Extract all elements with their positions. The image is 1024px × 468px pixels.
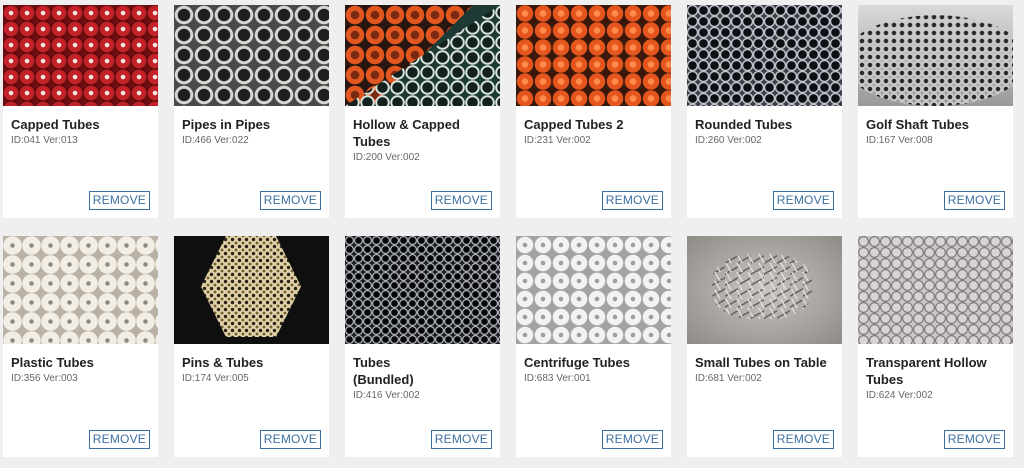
item-meta: ID:356 Ver:003 xyxy=(11,373,78,384)
item-card[interactable]: Transparent Hollow Tubes ID:624 Ver:002 … xyxy=(858,236,1013,457)
remove-button[interactable]: REMOVE xyxy=(601,430,663,449)
item-title: Centrifuge Tubes ID:683 Ver:001 xyxy=(524,354,664,385)
remove-button[interactable]: REMOVE xyxy=(772,430,834,449)
remove-button[interactable]: REMOVE xyxy=(259,430,321,449)
remove-button[interactable]: REMOVE xyxy=(88,191,150,210)
item-meta: ID:231 Ver:002 xyxy=(524,135,591,146)
item-meta: ID:466 Ver:022 xyxy=(182,135,249,146)
item-thumbnail[interactable] xyxy=(858,236,1013,344)
remove-button[interactable]: REMOVE xyxy=(430,191,492,210)
remove-button[interactable]: REMOVE xyxy=(601,191,663,210)
item-card[interactable]: Plastic Tubes ID:356 Ver:003 REMOVE xyxy=(3,236,158,457)
item-thumbnail[interactable] xyxy=(516,236,671,344)
item-meta: ID:200 Ver:002 xyxy=(353,152,420,163)
item-card[interactable]: Centrifuge Tubes ID:683 Ver:001 REMOVE xyxy=(516,236,671,457)
remove-button[interactable]: REMOVE xyxy=(259,191,321,210)
item-thumbnail[interactable] xyxy=(345,236,500,344)
item-thumbnail[interactable] xyxy=(3,5,158,106)
item-meta: ID:416 Ver:002 xyxy=(353,390,420,401)
item-grid: Capped Tubes ID:041 Ver:013 REMOVE Pipes… xyxy=(0,0,1024,468)
item-title: Hollow & Capped Tubes ID:200 Ver:002 xyxy=(353,116,468,164)
item-card[interactable]: Capped Tubes 2 ID:231 Ver:002 REMOVE xyxy=(516,5,671,218)
item-card[interactable]: Hollow & Capped Tubes ID:200 Ver:002 REM… xyxy=(345,5,500,218)
item-thumbnail[interactable] xyxy=(687,236,842,344)
item-card[interactable]: Tubes (Bundled) ID:416 Ver:002 REMOVE xyxy=(345,236,500,457)
remove-button[interactable]: REMOVE xyxy=(943,430,1005,449)
item-meta: ID:167 Ver:008 xyxy=(866,135,933,146)
item-meta: ID:681 Ver:002 xyxy=(695,373,762,384)
item-meta: ID:624 Ver:002 xyxy=(866,390,933,401)
item-title: Transparent Hollow Tubes ID:624 Ver:002 xyxy=(866,354,991,402)
item-title: Capped Tubes 2 ID:231 Ver:002 xyxy=(524,116,664,147)
item-thumbnail[interactable] xyxy=(516,5,671,106)
item-thumbnail[interactable] xyxy=(3,236,158,344)
item-thumbnail[interactable] xyxy=(174,236,329,344)
item-title: Tubes (Bundled) ID:416 Ver:002 xyxy=(353,354,423,402)
item-thumbnail[interactable] xyxy=(858,5,1013,106)
item-meta: ID:174 Ver:005 xyxy=(182,373,249,384)
item-title: Capped Tubes ID:041 Ver:013 xyxy=(11,116,151,147)
item-title: Rounded Tubes ID:260 Ver:002 xyxy=(695,116,835,147)
item-title: Pins & Tubes ID:174 Ver:005 xyxy=(182,354,322,385)
item-thumbnail[interactable] xyxy=(174,5,329,106)
remove-button[interactable]: REMOVE xyxy=(943,191,1005,210)
item-card[interactable]: Pins & Tubes ID:174 Ver:005 REMOVE xyxy=(174,236,329,457)
item-card[interactable]: Pipes in Pipes ID:466 Ver:022 REMOVE xyxy=(174,5,329,218)
item-meta: ID:683 Ver:001 xyxy=(524,373,591,384)
item-card[interactable]: Rounded Tubes ID:260 Ver:002 REMOVE xyxy=(687,5,842,218)
item-thumbnail[interactable] xyxy=(345,5,500,106)
item-meta: ID:260 Ver:002 xyxy=(695,135,762,146)
item-thumbnail[interactable] xyxy=(687,5,842,106)
item-title: Golf Shaft Tubes ID:167 Ver:008 xyxy=(866,116,1006,147)
item-title: Small Tubes on Table ID:681 Ver:002 xyxy=(695,354,835,385)
remove-button[interactable]: REMOVE xyxy=(430,430,492,449)
remove-button[interactable]: REMOVE xyxy=(772,191,834,210)
item-card[interactable]: Golf Shaft Tubes ID:167 Ver:008 REMOVE xyxy=(858,5,1013,218)
item-title: Pipes in Pipes ID:466 Ver:022 xyxy=(182,116,322,147)
item-card[interactable]: Capped Tubes ID:041 Ver:013 REMOVE xyxy=(3,5,158,218)
remove-button[interactable]: REMOVE xyxy=(88,430,150,449)
item-card[interactable]: Small Tubes on Table ID:681 Ver:002 REMO… xyxy=(687,236,842,457)
item-meta: ID:041 Ver:013 xyxy=(11,135,78,146)
item-title: Plastic Tubes ID:356 Ver:003 xyxy=(11,354,151,385)
